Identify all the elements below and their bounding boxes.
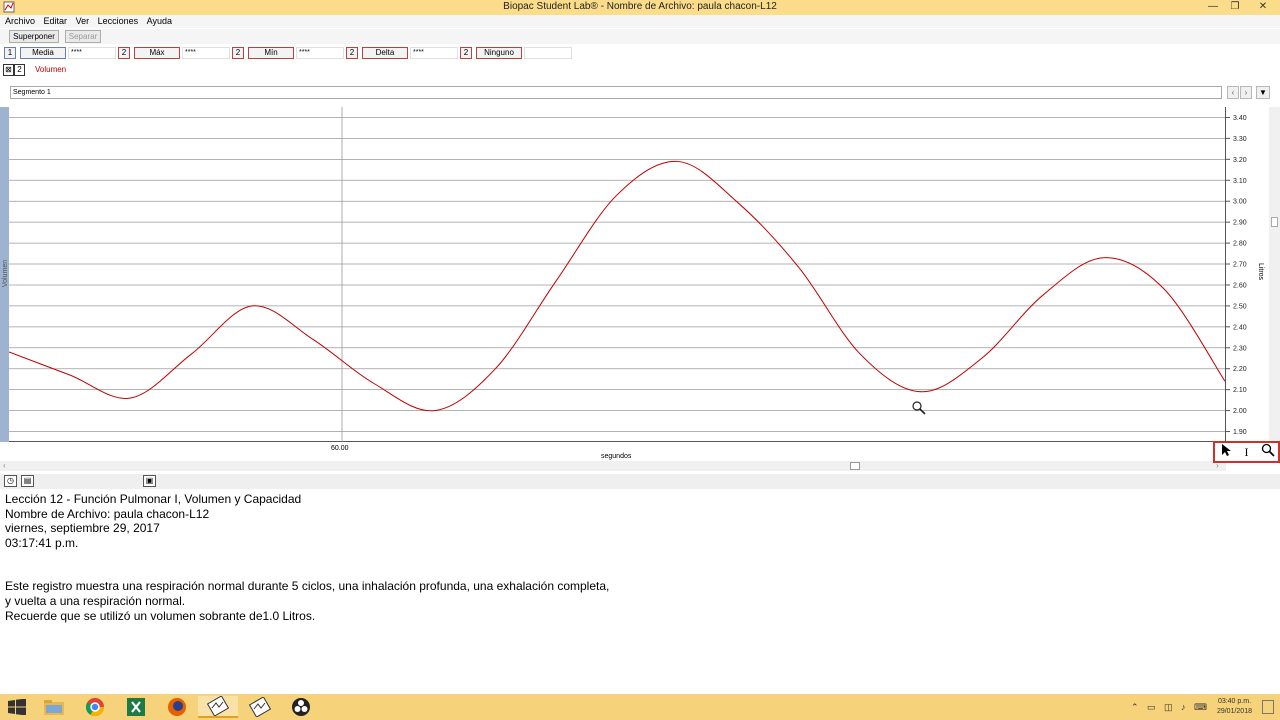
excel-icon[interactable] [116,696,156,718]
title-bar: Biopac Student Lab® - Nombre de Archivo:… [0,0,1280,15]
y-tick-label: 2.20 [1233,366,1247,373]
y-tick-label: 2.10 [1233,387,1247,394]
measurement-channel-3[interactable]: 2 [232,47,244,59]
biopac-taskbar-icon[interactable] [198,696,238,718]
plot-area[interactable] [8,107,1226,442]
y-tick-label: 3.20 [1233,157,1247,164]
biopac-lesson-icon[interactable] [240,696,280,718]
measurement-channel-4[interactable]: 2 [346,47,358,59]
right-axis-label: Litros [1257,262,1265,281]
scroll-left-icon[interactable]: ‹ [3,461,6,470]
zoom-cursor-icon [912,401,926,415]
y-tick-label: 3.10 [1233,178,1247,185]
volume-trace-line [8,160,1226,412]
y-tick-label: 2.30 [1233,345,1247,352]
arrow-tool-icon[interactable] [1215,443,1236,461]
measurement-type-2[interactable]: Máx [134,47,180,59]
measurement-type-1[interactable]: Media [20,47,66,59]
toolbar: Superponer Separar [0,29,1280,44]
clock-date: 29/01/2018 [1216,708,1252,715]
chrome-icon[interactable] [75,696,115,718]
measurement-channel-5[interactable]: 2 [460,47,472,59]
measurement-row: 1 Media **** 2 Máx **** 2 Mín **** 2 Del… [0,47,600,60]
file-explorer-icon[interactable] [34,696,74,718]
journal-line: Este registro muestra una respiración no… [5,579,610,594]
menu-bar: Archivo Editar Ver Lecciones Ayuda [0,15,1280,28]
separar-button[interactable]: Separar [65,30,101,43]
y-tick-label: 3.00 [1233,199,1247,206]
clock-time: 03:40 p.m. [1217,698,1252,705]
menu-ayuda[interactable]: Ayuda [147,15,172,28]
channel-number[interactable]: 2 [14,64,25,76]
maximize-button[interactable]: ❐ [1224,0,1246,15]
journal-line: 03:17:41 p.m. [5,535,79,550]
volume-chart [8,107,1226,442]
minimize-button[interactable]: — [1202,0,1224,15]
tool-palette: I [1213,441,1280,463]
y-tick-label: 2.50 [1233,303,1247,310]
clock-icon[interactable]: ◷ [4,475,17,487]
measurement-value-1: **** [68,47,116,59]
segment-bar: Segmento 1 [10,86,1222,99]
zoom-tool-icon[interactable] [1257,443,1278,461]
y-tick-label: 2.90 [1233,220,1247,227]
journal-toolbar: ◷ ▤ ▣ [0,474,1280,489]
superponer-button[interactable]: Superponer [9,30,59,43]
y-tick-label: 2.80 [1233,241,1247,248]
journal-paste-icon[interactable]: ▤ [21,475,34,487]
system-tray-icons[interactable]: ⌃ ▭ ◫ ♪ ⌨ [1131,702,1210,713]
horizontal-scroll-thumb[interactable] [850,462,860,470]
obs-icon[interactable] [281,696,321,718]
journal-text[interactable]: Lección 12 - Función Pulmonar I, Volumen… [5,492,1205,623]
y-tick-label: 1.90 [1233,429,1247,436]
measurement-value-4: **** [410,47,458,59]
journal-line: viernes, septiembre 29, 2017 [5,521,160,536]
y-tick-label: 2.60 [1233,282,1247,289]
journal-line: Recuerde que se utilizó un volumen sobra… [5,608,316,623]
x-axis-label: segundos [601,453,632,460]
measurement-value-5 [524,47,572,59]
measurement-value-2: **** [182,47,230,59]
channel-toggle-icon[interactable]: ⊠ [3,64,14,76]
channel-row: ⊠ 2 Volumen [0,64,200,77]
menu-lecciones[interactable]: Lecciones [98,15,139,28]
taskbar: ⌃ ▭ ◫ ♪ ⌨ 03:40 p.m. 29/01/2018 [0,694,1280,720]
segment-dropdown-button[interactable]: ▼ [1256,86,1270,99]
y-tick-label: 3.40 [1233,115,1247,122]
measurement-value-3: **** [296,47,344,59]
y-tick-label: 2.40 [1233,324,1247,331]
channel-name: Volumen [35,65,67,74]
window-title: Biopac Student Lab® - Nombre de Archivo:… [503,1,777,12]
measurement-channel-1[interactable]: 1 [4,47,16,59]
journal-line: Nombre de Archivo: paula chacon-L12 [5,506,210,521]
y-tick-label: 2.70 [1233,262,1247,269]
horizontal-scrollbar[interactable]: ‹ › [0,461,1226,471]
vertical-scrollbar[interactable] [1269,107,1280,442]
measurement-type-4[interactable]: Delta [362,47,408,59]
vertical-scroll-thumb[interactable] [1271,217,1278,227]
firefox-icon[interactable] [157,696,197,718]
close-button[interactable]: ✕ [1246,0,1280,15]
measurement-type-5[interactable]: Ninguno [476,47,522,59]
windows-start-icon[interactable] [8,699,26,715]
journal-line: y vuelta a una respiración normal. [5,593,186,608]
journal-line: Lección 12 - Función Pulmonar I, Volumen… [5,492,302,506]
segment-next-button[interactable]: › [1240,86,1252,99]
segment-prev-button[interactable]: ‹ [1227,86,1239,99]
measurement-type-3[interactable]: Mín [248,47,294,59]
x-tick-label: 60.00 [331,445,349,452]
menu-ver[interactable]: Ver [76,15,90,28]
ibeam-tool-icon[interactable]: I [1236,443,1257,461]
y-tick-label: 3.30 [1233,136,1247,143]
menu-editar[interactable]: Editar [44,15,68,28]
taskbar-clock[interactable]: 03:40 p.m. 29/01/2018 [1217,697,1252,717]
notifications-icon[interactable] [1262,700,1274,714]
save-icon[interactable]: ▣ [143,475,156,487]
y-tick-label: 2.00 [1233,408,1247,415]
measurement-channel-2[interactable]: 2 [118,47,130,59]
menu-archivo[interactable]: Archivo [5,15,35,28]
